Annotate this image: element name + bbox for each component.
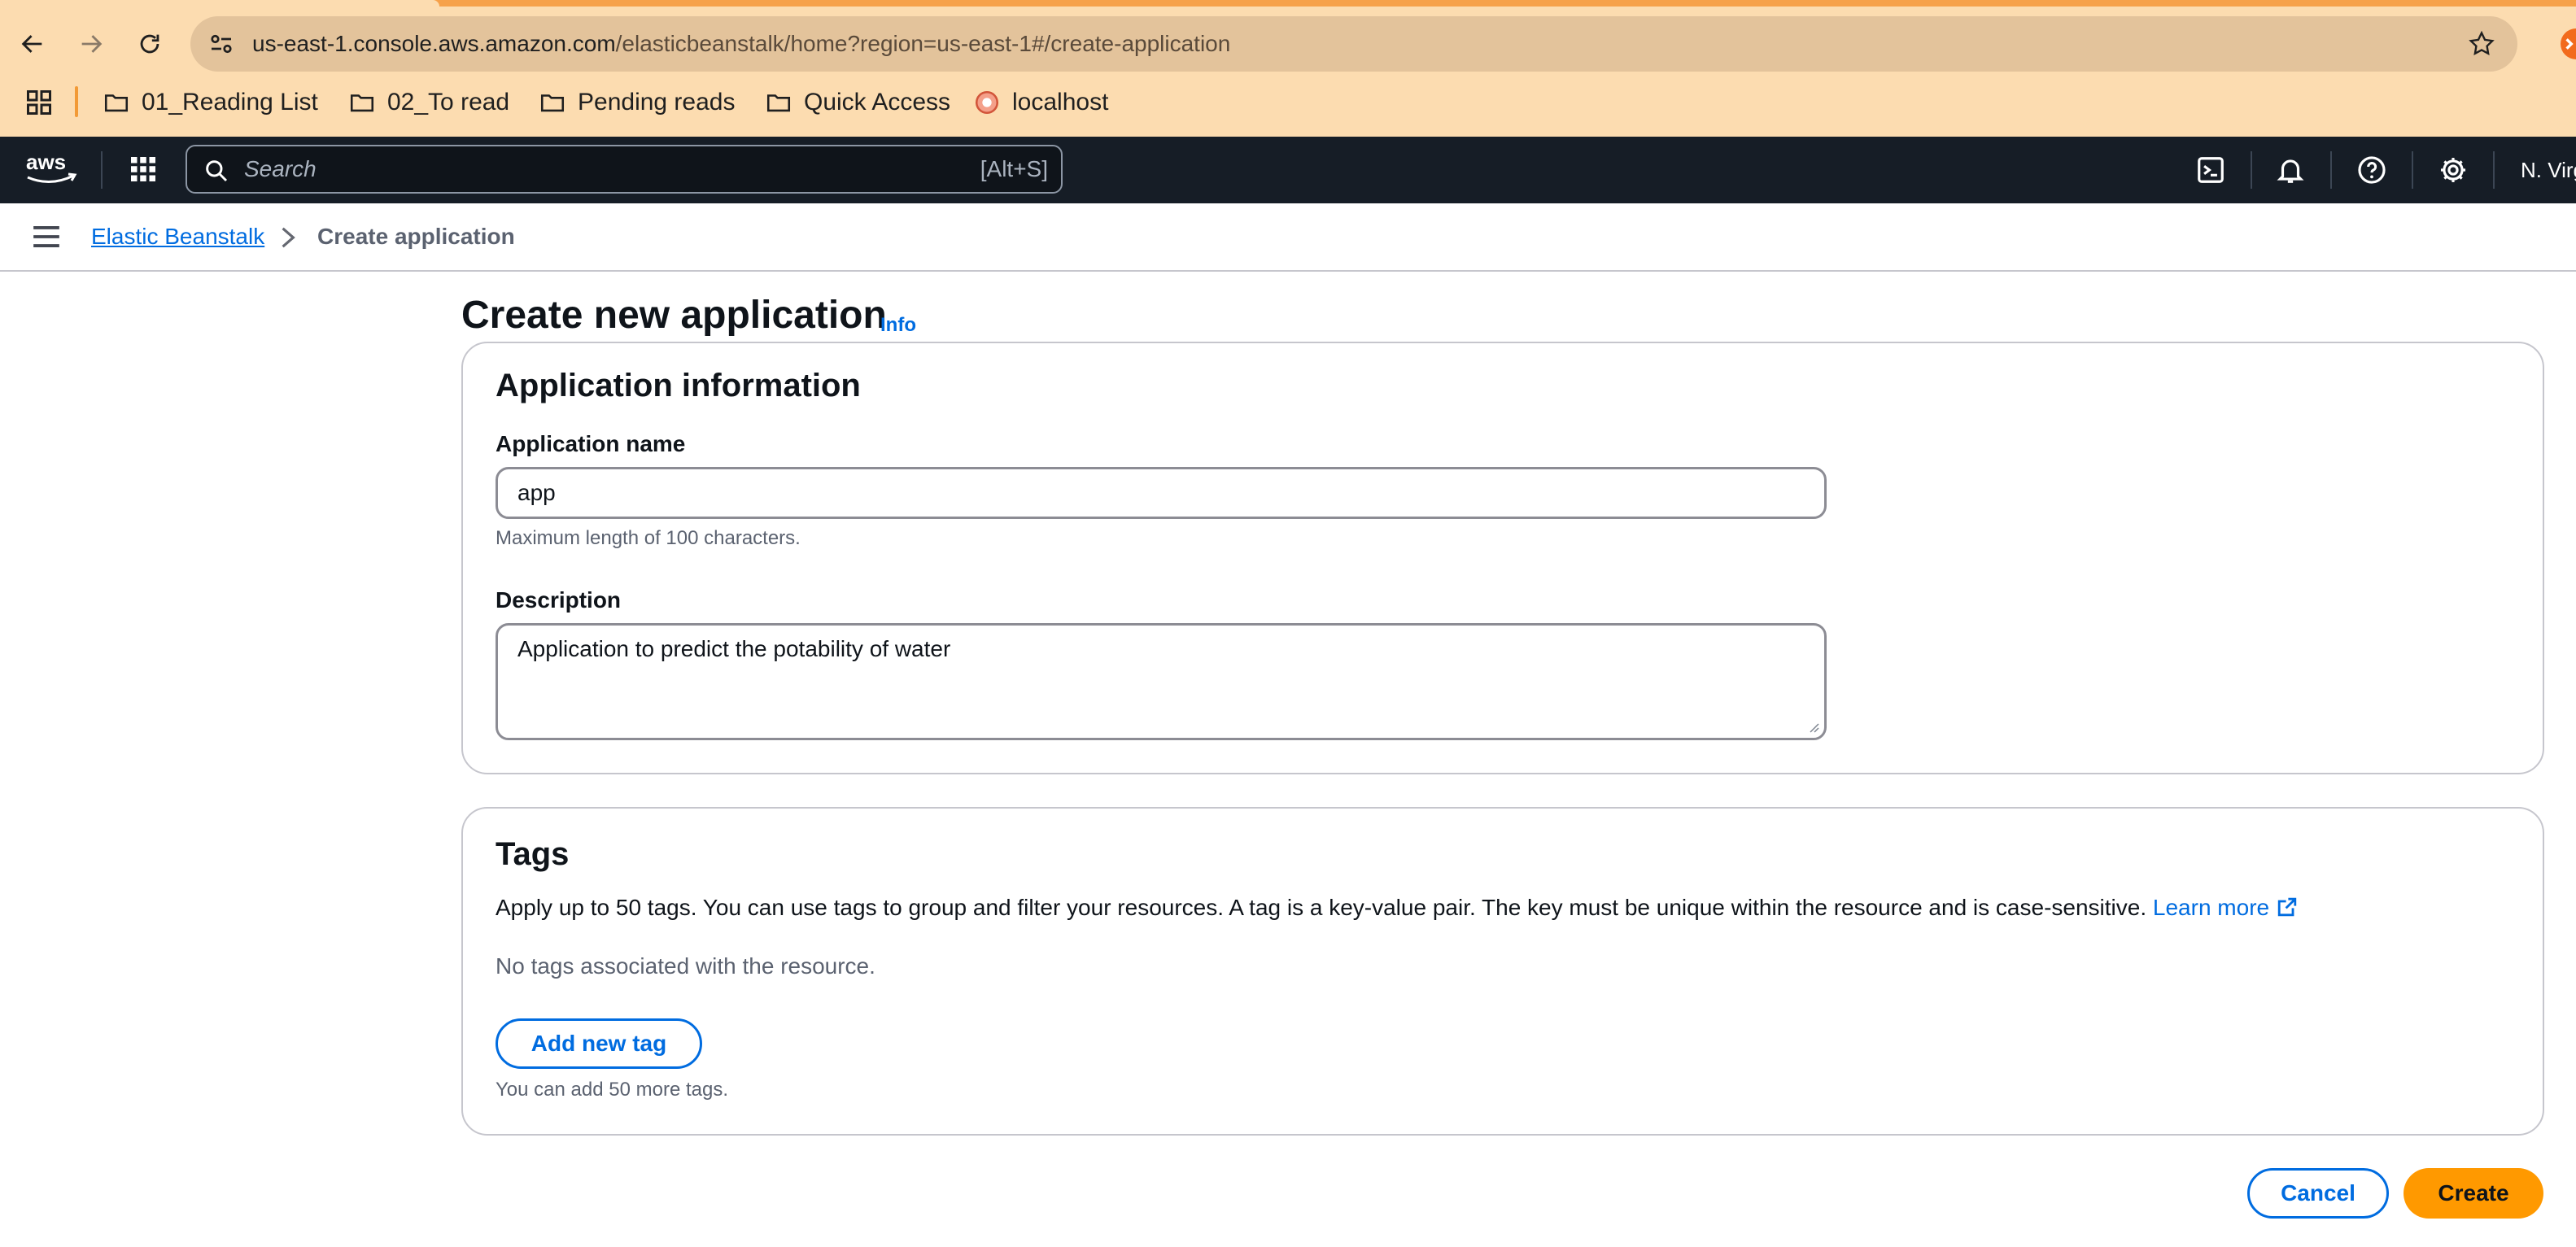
learn-more-label: Learn more: [2152, 895, 2270, 920]
add-new-tag-button[interactable]: Add new tag: [496, 1018, 702, 1069]
bookmark-localhost[interactable]: localhost: [973, 81, 1108, 124]
page-title: Create new application: [461, 294, 887, 337]
application-name-label: Application name: [496, 431, 686, 456]
folder-icon: [540, 94, 565, 112]
notifications-bell-icon[interactable]: [2275, 155, 2306, 185]
bookmark-label: localhost: [1012, 89, 1109, 116]
svg-text:aws: aws: [26, 150, 66, 174]
aws-logo-icon[interactable]: aws: [24, 148, 78, 190]
url-host: us-east-1.console.aws.amazon.com: [252, 31, 616, 56]
description-label: Description: [496, 587, 622, 613]
tags-description: Apply up to 50 tags. You can use tags to…: [496, 895, 2299, 921]
url-text: us-east-1.console.aws.amazon.com/elastic…: [252, 16, 1230, 72]
folder-icon: [104, 94, 129, 112]
tags-panel: Tags Apply up to 50 tags. You can use ta…: [461, 807, 2544, 1136]
browser-toolbar: us-east-1.console.aws.amazon.com/elastic…: [0, 0, 2576, 137]
tags-description-text: Apply up to 50 tags. You can use tags to…: [496, 895, 2147, 920]
bookmark-label: 01_Reading List: [142, 89, 318, 116]
nav-divider: [2330, 151, 2332, 189]
section-heading: Tags: [496, 836, 570, 872]
active-tab[interactable]: [0, 0, 439, 7]
address-bar[interactable]: us-east-1.console.aws.amazon.com/elastic…: [190, 16, 2517, 72]
cancel-button[interactable]: Cancel: [2247, 1168, 2389, 1219]
breadcrumb-bar: Elastic Beanstalk Create application: [0, 203, 2576, 272]
no-tags-text: No tags associated with the resource.: [496, 953, 875, 979]
bookmark-label: Pending reads: [578, 89, 736, 116]
cloudshell-icon[interactable]: [2195, 155, 2226, 185]
bookmark-label: Quick Access: [804, 89, 951, 116]
apps-grid-icon[interactable]: [24, 88, 54, 117]
info-link[interactable]: Info: [880, 314, 916, 337]
search-icon: [206, 160, 228, 182]
search-placeholder: Search: [244, 156, 317, 181]
resize-handle-icon[interactable]: [1806, 720, 1819, 733]
breadcrumb-elastic-beanstalk[interactable]: Elastic Beanstalk: [91, 203, 264, 270]
chevron-right-icon: [282, 227, 295, 248]
aws-search-input[interactable]: Search [Alt+S]: [186, 145, 1063, 194]
learn-more-link[interactable]: Learn more: [2153, 895, 2299, 920]
bookmark-reading-list[interactable]: 01_Reading List: [103, 81, 318, 124]
application-name-hint: Maximum length of 100 characters.: [496, 527, 801, 549]
nav-divider: [2251, 151, 2252, 189]
nav-divider: [101, 151, 103, 189]
menu-hamburger-icon[interactable]: [31, 223, 62, 251]
description-textarea[interactable]: Application to predict the potability of…: [496, 623, 1827, 740]
services-grid-icon[interactable]: [129, 155, 158, 184]
application-information-panel: Application information Application name…: [461, 342, 2544, 774]
region-selector[interactable]: N. Virginia: [2521, 137, 2576, 203]
aws-top-nav: aws Search [Alt+S] N. Virginia: [0, 137, 2576, 203]
bookmark-to-read[interactable]: 02_To read: [348, 81, 509, 124]
section-heading: Application information: [496, 368, 861, 403]
extension-icon[interactable]: [2545, 28, 2576, 60]
search-shortcut: [Alt+S]: [980, 156, 1048, 181]
tab-strip: [0, 0, 2576, 7]
forward-icon[interactable]: [70, 23, 112, 65]
settings-gear-icon[interactable]: [2438, 155, 2469, 185]
remaining-tags-hint: You can add 50 more tags.: [496, 1079, 728, 1101]
bookmark-star-icon[interactable]: [2467, 29, 2496, 59]
localhost-favicon-icon: [975, 90, 999, 115]
help-icon[interactable]: [2356, 155, 2387, 185]
bookmarks-bar: 01_Reading List 02_To read Pending reads…: [0, 81, 2576, 124]
reload-icon[interactable]: [129, 23, 171, 65]
folder-icon: [766, 94, 791, 112]
nav-divider: [2412, 151, 2413, 189]
folder-icon: [350, 94, 374, 112]
application-name-input[interactable]: app: [496, 467, 1827, 519]
create-button[interactable]: Create: [2404, 1168, 2543, 1219]
nav-divider: [2493, 151, 2495, 189]
bookmark-quick-access[interactable]: Quick Access: [765, 81, 950, 124]
bookmark-label: 02_To read: [387, 89, 510, 116]
back-icon[interactable]: [11, 23, 54, 65]
bookmark-pending-reads[interactable]: Pending reads: [539, 81, 735, 124]
description-text: Application to predict the potability of…: [517, 636, 951, 661]
external-link-icon: [2277, 897, 2297, 917]
breadcrumb-current: Create application: [317, 224, 515, 249]
bookmarks-separator: [75, 86, 78, 117]
url-path: /elasticbeanstalk/home?region=us-east-1#…: [615, 31, 1231, 56]
site-settings-icon[interactable]: [207, 29, 236, 59]
